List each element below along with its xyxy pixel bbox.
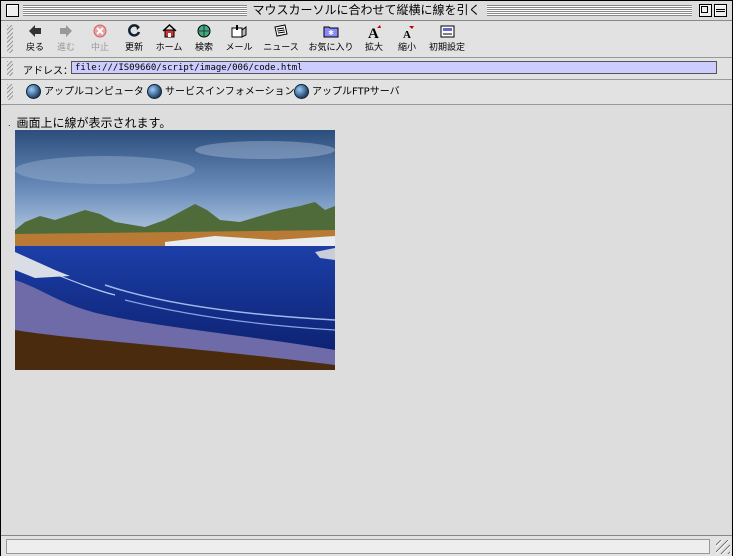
home-button-label: ホーム (155, 43, 183, 53)
window-title: マウスカーソルに合わせて縦横に線を引く (246, 3, 487, 18)
globe-icon (147, 84, 162, 99)
favorites-button-label: お気に入り (308, 43, 354, 53)
search-button-label: 検索 (194, 43, 213, 53)
address-label: アドレス： (23, 66, 73, 77)
text-smaller-button[interactable]: A 縮小 (395, 24, 419, 56)
favorite-link-service-information[interactable]: サービスインフォメーション (147, 84, 295, 100)
stop-button-label: 中止 (90, 43, 109, 53)
forward-button[interactable]: 進む (54, 24, 78, 56)
content-text-line: . 画面上に線が表示されます。 (8, 114, 171, 131)
mail-icon (224, 24, 254, 42)
content-text: 画面上に線が表示されます。 (16, 116, 172, 130)
home-button[interactable]: ホーム (154, 23, 184, 56)
resize-handle-icon[interactable] (716, 540, 730, 554)
close-box-icon[interactable] (6, 4, 19, 17)
news-button[interactable]: ニュース (263, 24, 299, 56)
favorite-link-label: アップルFTPサーバ (312, 86, 400, 98)
refresh-button[interactable]: 更新 (122, 24, 146, 56)
svg-text:✱: ✱ (328, 29, 334, 37)
stop-icon (88, 24, 112, 42)
svg-text:A: A (403, 29, 411, 39)
landscape-image (15, 130, 335, 370)
preferences-button[interactable]: 初期設定 (427, 24, 467, 56)
mail-button[interactable]: メール (224, 24, 254, 56)
title-bar[interactable]: マウスカーソルに合わせて縦横に線を引く (1, 1, 732, 21)
bullet-marker: . (8, 119, 11, 128)
text-larger-button[interactable]: A 拡大 (362, 24, 386, 56)
browser-window: マウスカーソルに合わせて縦横に線を引く 戻る 進む 中止 更新 ホーム 検索 メ… (0, 0, 733, 556)
preferences-button-label: 初期設定 (428, 43, 465, 53)
search-globe-icon (192, 24, 216, 42)
globe-icon (26, 84, 41, 99)
font-smaller-icon: A (395, 24, 419, 42)
forward-arrow-icon (54, 24, 78, 42)
text-smaller-button-label: 縮小 (397, 43, 416, 53)
favorites-bar-grip[interactable] (7, 84, 13, 100)
toolbar-grip[interactable] (7, 25, 13, 53)
back-arrow-icon (23, 24, 47, 42)
favorite-link-label: サービスインフォメーション (165, 86, 295, 98)
favorite-link-label: アップルコンピュータ (44, 86, 144, 98)
favorite-link-apple-computer[interactable]: アップルコンピュータ (26, 84, 144, 100)
stop-button[interactable]: 中止 (88, 24, 112, 56)
collapse-box-icon[interactable] (714, 4, 727, 17)
zoom-box-icon[interactable] (699, 4, 712, 17)
address-bar: アドレス： file:///IS09660/script/image/006/c… (1, 58, 732, 80)
back-button[interactable]: 戻る (23, 24, 47, 56)
toolbar: 戻る 進む 中止 更新 ホーム 検索 メール ニュース ✱ お気に入り A 拡大… (1, 21, 732, 58)
mail-button-label: メール (225, 43, 253, 53)
address-input[interactable]: file:///IS09660/script/image/006/code.ht… (71, 61, 717, 74)
search-button[interactable]: 検索 (192, 24, 216, 56)
home-icon (154, 23, 184, 42)
address-bar-grip[interactable] (7, 61, 13, 76)
favorite-link-apple-ftp[interactable]: アップルFTPサーバ (294, 84, 400, 100)
page-content: . 画面上に線が表示されます。 (8, 105, 726, 535)
text-larger-button-label: 拡大 (364, 43, 383, 53)
favorites-folder-icon: ✱ (308, 24, 354, 42)
status-bar (1, 535, 732, 556)
refresh-button-label: 更新 (124, 43, 143, 53)
globe-icon (294, 84, 309, 99)
preferences-icon (427, 24, 467, 42)
news-icon (263, 24, 299, 42)
refresh-icon (122, 24, 146, 42)
status-box (6, 539, 710, 554)
font-larger-icon: A (362, 24, 386, 42)
favorites-bar: アップルコンピュータ サービスインフォメーション アップルFTPサーバ (1, 80, 732, 105)
favorites-button[interactable]: ✱ お気に入り (308, 24, 354, 56)
news-button-label: ニュース (263, 43, 299, 53)
forward-button-label: 進む (56, 43, 75, 53)
back-button-label: 戻る (25, 43, 44, 53)
